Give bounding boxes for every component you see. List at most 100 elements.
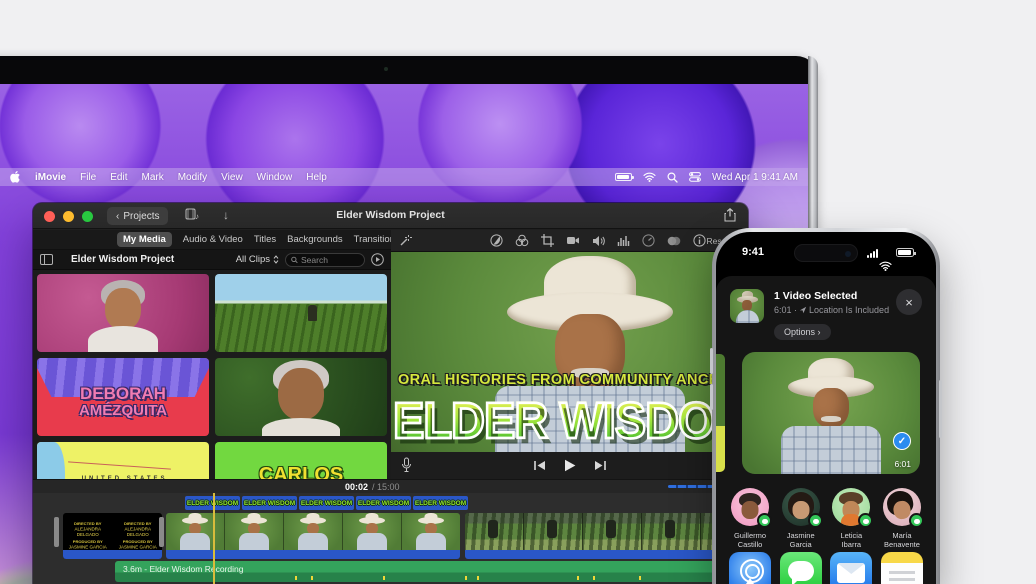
deborah-title-line1: DEBORAH <box>37 384 209 404</box>
notes-app[interactable]: Notes <box>878 552 926 584</box>
deborah-title-line2: AMÉZQUITA <box>37 402 209 419</box>
title-clip[interactable]: ELDER WISDOM <box>413 496 468 510</box>
menu-help[interactable]: Help <box>306 172 327 183</box>
timeline-playhead[interactable] <box>213 493 215 584</box>
viewer-toolbar: Reset All <box>391 230 748 252</box>
next-frame-button[interactable] <box>594 460 607 471</box>
search-field[interactable] <box>285 253 365 267</box>
credit-name: ALEJANDRA DELGADO <box>74 527 101 538</box>
media-browser-pane: My Media Audio & Video Titles Background… <box>33 230 391 479</box>
menu-mark[interactable]: Mark <box>141 172 163 183</box>
menu-imovie[interactable]: iMovie <box>35 172 66 183</box>
tab-audio-video[interactable]: Audio & Video <box>183 234 243 245</box>
airdrop-icon <box>729 552 771 584</box>
iphone-volume-down-button <box>710 384 713 410</box>
messages-app[interactable]: Messages <box>777 552 825 584</box>
video-duration: 6:01 <box>894 459 911 469</box>
share-icon[interactable] <box>724 208 736 222</box>
window-title: Elder Wisdom Project <box>33 209 748 221</box>
info-icon[interactable] <box>693 234 706 247</box>
imovie-window: ‹ Projects ♪ ↓ Elder Wisdom Project My M… <box>33 203 748 584</box>
airdrop-app[interactable]: AirDrop <box>726 552 774 584</box>
iphone-device: 9:41 1 Video Selected 6:01 · Location Is… <box>712 228 940 584</box>
voiceover-mic-icon[interactable] <box>401 457 412 473</box>
mac-desktop: iMovie File Edit Mark Modify View Window… <box>0 84 808 584</box>
tab-titles[interactable]: Titles <box>254 234 276 245</box>
title-clip-label: ELDER WISDOM <box>415 500 466 507</box>
contact-maria[interactable]: MaríaBenavente <box>878 488 926 549</box>
volume-icon[interactable] <box>592 235 605 247</box>
battery-icon[interactable] <box>615 173 632 181</box>
tab-transitions[interactable]: Transitions <box>354 234 391 245</box>
menu-file[interactable]: File <box>80 172 96 183</box>
clip-thumbnail-elder-woman[interactable] <box>37 274 209 352</box>
title-clip[interactable]: ELDER WISDOM <box>242 496 297 510</box>
audio-clip-label: 3.6m - Elder Wisdom Recording <box>123 564 243 574</box>
contact-leticia[interactable]: LeticiaIbarra <box>827 488 875 549</box>
clip-thumbnail-deborah-title[interactable]: DEBORAH AMÉZQUITA <box>37 358 209 436</box>
viewer-canvas[interactable]: ORAL HISTORIES FROM COMMUNITY ANCESTORS … <box>391 252 748 452</box>
sidebar-toggle-icon[interactable] <box>40 254 53 265</box>
clips-filter-dropdown[interactable]: All Clips <box>236 254 279 265</box>
clip-thumbnail-us-map[interactable]: UNITED STATES <box>37 442 209 479</box>
clip-thumbnail-carlos-title[interactable]: CARLOS PLASENCIA <box>215 442 387 479</box>
menu-window[interactable]: Window <box>257 172 293 183</box>
tab-my-media[interactable]: My Media <box>117 232 172 247</box>
contact-guillermo[interactable]: GuillermoCastillo <box>726 488 774 549</box>
clips-filter-label: All Clips <box>236 254 270 265</box>
menu-edit[interactable]: Edit <box>110 172 127 183</box>
carlos-title-line1: CARLOS <box>215 464 387 479</box>
color-balance-icon[interactable] <box>490 234 503 247</box>
wifi-icon[interactable] <box>643 172 656 182</box>
menu-clock[interactable]: Wed Apr 1 9:41 AM <box>712 172 798 183</box>
credits-clip[interactable]: DIRECTED BYALEJANDRA DELGADOPRODUCED BYJ… <box>63 513 162 559</box>
adjacent-media-sliver <box>716 354 725 472</box>
updown-chevron-icon <box>273 255 279 264</box>
equalizer-icon[interactable] <box>617 235 630 247</box>
spotlight-search-icon[interactable] <box>667 172 678 183</box>
tab-backgrounds[interactable]: Backgrounds <box>287 234 342 245</box>
crop-icon[interactable] <box>541 234 554 247</box>
filters-icon[interactable] <box>667 235 681 247</box>
media-tabbar: My Media Audio & Video Titles Background… <box>33 230 391 250</box>
iphone-status-bar: 9:41 <box>716 244 936 262</box>
mail-share-icon <box>830 552 872 584</box>
title-clip[interactable]: ELDER WISDOM <box>356 496 411 510</box>
contact-jasmine[interactable]: JasmineGarcia <box>777 488 825 549</box>
clip-trim-handle[interactable] <box>54 517 59 547</box>
selected-check-icon: ✓ <box>893 432 911 450</box>
contact-name: JasmineGarcia <box>787 531 815 549</box>
play-button[interactable] <box>564 459 576 472</box>
play-filter-icon[interactable] <box>371 253 384 266</box>
audio-clip-recording[interactable]: 3.6m - Elder Wisdom Recording <box>115 561 740 582</box>
clip-thumbnail-elder-woman-closeup[interactable] <box>215 358 387 436</box>
media-thumbnail-grid: DEBORAH AMÉZQUITA UNITED STATES CARLOS P <box>37 274 387 479</box>
macbook-camera <box>384 67 388 71</box>
messages-share-icon <box>780 552 822 584</box>
control-center-icon[interactable] <box>689 172 701 182</box>
clip-thumbnail-farm-field[interactable] <box>215 274 387 352</box>
menu-modify[interactable]: Modify <box>178 172 207 183</box>
video-clip-farm-field[interactable] <box>465 513 740 559</box>
timeline-header: 00:02 / 15:00 Settings <box>33 480 748 493</box>
iphone-battery-icon <box>896 248 914 257</box>
options-button[interactable]: Options › <box>774 324 831 340</box>
mail-app[interactable]: Mail <box>827 552 875 584</box>
stabilization-camera-icon[interactable] <box>566 235 580 246</box>
previous-frame-button[interactable] <box>533 460 546 471</box>
menu-view[interactable]: View <box>221 172 243 183</box>
video-clip-elder-man[interactable] <box>166 513 460 559</box>
share-sheet-title: 1 Video Selected <box>774 290 857 302</box>
color-palette-icon[interactable] <box>515 234 529 247</box>
apple-menu-icon[interactable] <box>10 171 21 183</box>
credit-name: ALEJANDRA DELGADO <box>124 527 151 538</box>
clip-trim-handle[interactable] <box>159 517 164 547</box>
share-apps-row: AirDrop Messages Mail Notes <box>726 552 926 584</box>
iphone-volume-up-button <box>710 348 713 374</box>
enhance-wand-icon[interactable] <box>399 234 412 247</box>
selected-video-card[interactable]: ✓ 6:01 <box>742 352 920 474</box>
close-share-sheet-button[interactable]: × <box>896 289 922 315</box>
search-input[interactable] <box>301 255 359 265</box>
speed-gauge-icon[interactable] <box>642 234 655 247</box>
title-clip[interactable]: ELDER WISDOM <box>299 496 354 510</box>
